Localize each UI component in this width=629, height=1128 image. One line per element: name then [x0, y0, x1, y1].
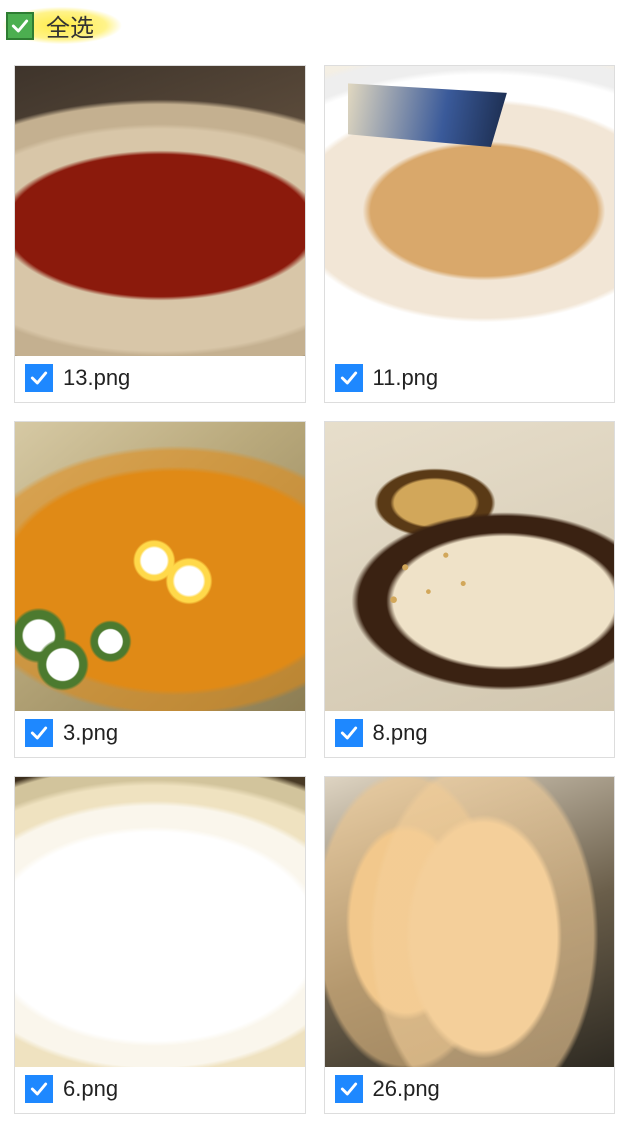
item-checkbox[interactable] — [335, 719, 363, 747]
checkmark-icon — [339, 723, 359, 743]
file-tile[interactable]: 6.png — [14, 776, 306, 1114]
filename-label: 13.png — [63, 365, 130, 391]
thumbnail-image — [325, 66, 615, 356]
thumbnail-image — [325, 422, 615, 712]
filename-label: 6.png — [63, 1076, 118, 1102]
thumbnail-image — [15, 422, 305, 712]
select-all-label: 全选 — [46, 8, 94, 43]
checkmark-icon — [29, 368, 49, 388]
checkmark-icon — [29, 1079, 49, 1099]
file-tile[interactable]: 11.png — [324, 65, 616, 403]
tile-footer: 13.png — [15, 356, 305, 402]
file-tile[interactable]: 8.png — [324, 421, 616, 759]
tile-footer: 11.png — [325, 356, 615, 402]
checkmark-icon — [339, 368, 359, 388]
tile-footer: 6.png — [15, 1067, 305, 1113]
item-checkbox[interactable] — [25, 364, 53, 392]
checkmark-icon — [10, 16, 30, 36]
item-checkbox[interactable] — [25, 719, 53, 747]
file-tile[interactable]: 3.png — [14, 421, 306, 759]
filename-label: 3.png — [63, 720, 118, 746]
select-all-checkbox[interactable] — [6, 12, 34, 40]
file-tile[interactable]: 26.png — [324, 776, 616, 1114]
file-tile[interactable]: 13.png — [14, 65, 306, 403]
item-checkbox[interactable] — [335, 1075, 363, 1103]
header-bar: 全选 — [0, 0, 629, 51]
tile-footer: 3.png — [15, 711, 305, 757]
thumbnail-grid: 13.png 11.png 3.png 8.png — [0, 51, 629, 1128]
filename-label: 26.png — [373, 1076, 440, 1102]
checkmark-icon — [339, 1079, 359, 1099]
item-checkbox[interactable] — [335, 364, 363, 392]
filename-label: 11.png — [373, 365, 439, 391]
tile-footer: 26.png — [325, 1067, 615, 1113]
checkmark-icon — [29, 723, 49, 743]
thumbnail-image — [15, 777, 305, 1067]
tile-footer: 8.png — [325, 711, 615, 757]
thumbnail-image — [325, 777, 615, 1067]
filename-label: 8.png — [373, 720, 428, 746]
thumbnail-image — [15, 66, 305, 356]
item-checkbox[interactable] — [25, 1075, 53, 1103]
